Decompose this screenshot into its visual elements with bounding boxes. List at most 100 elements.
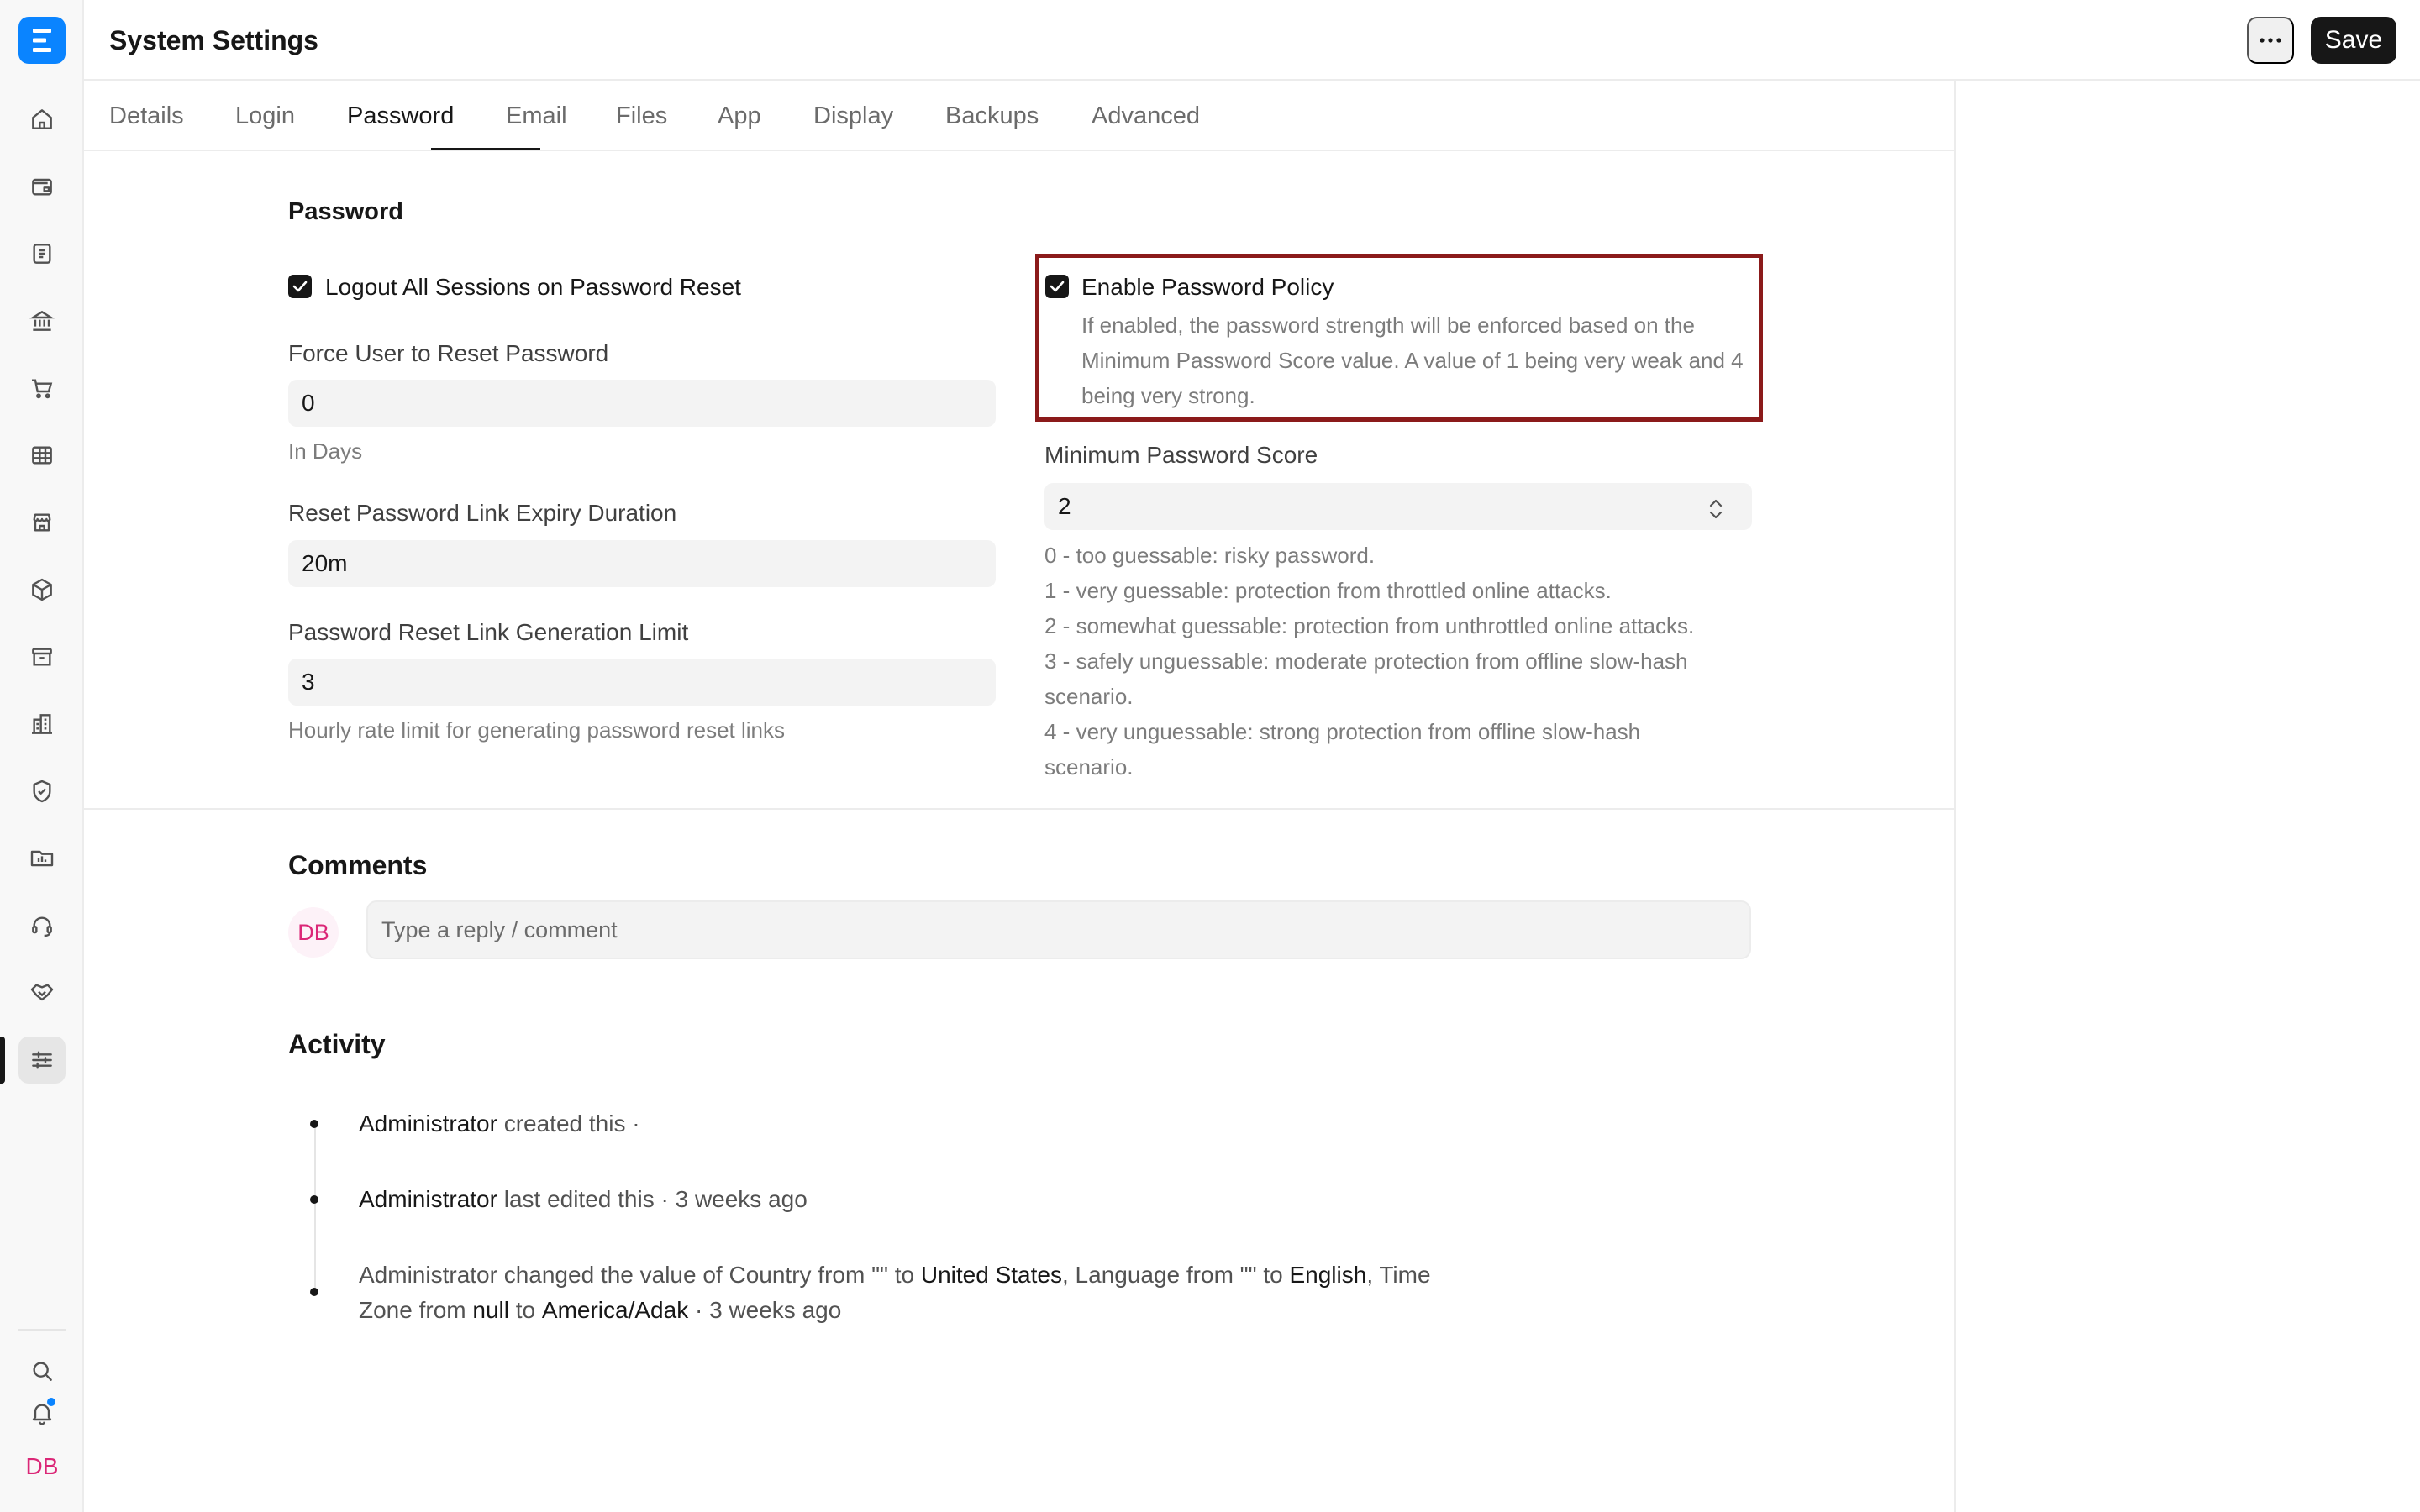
activity-value: English (1289, 1262, 1367, 1288)
page-header: System Settings Save (84, 0, 2420, 81)
min-password-score-help: 0 - too guessable: risky password. 1 - v… (1044, 538, 1767, 785)
activity-text: , Time (1366, 1262, 1431, 1288)
settings-tabs: Details Login Password Email Files App D… (84, 81, 1954, 151)
logout-all-sessions-label[interactable]: Logout All Sessions on Password Reset (325, 274, 741, 301)
tab-app[interactable]: App (718, 102, 761, 130)
sidebar-item-crm[interactable] (18, 969, 66, 1016)
sidebar-item-buying[interactable] (18, 365, 66, 412)
sidebar-item-assets[interactable] (18, 633, 66, 680)
sidebar-item-support[interactable] (18, 902, 66, 949)
activity-item: Administrator last edited this · 3 weeks… (359, 1182, 808, 1217)
sidebar-item-home[interactable] (18, 96, 66, 143)
password-policy-description: If enabled, the password strength will b… (1081, 312, 1744, 408)
building-icon (32, 714, 52, 734)
activity-item: Administrator changed the value of Count… (359, 1257, 1552, 1328)
sidebar-item-accounting[interactable] (18, 163, 66, 210)
headset-icon (32, 916, 52, 937)
timeline-dot (310, 1120, 318, 1128)
expiry-duration-input[interactable]: 20m (288, 540, 996, 587)
sidebar-item-banking[interactable] (18, 297, 66, 344)
page-title: System Settings (109, 25, 318, 55)
enable-password-policy-checkbox[interactable] (1045, 275, 1069, 298)
main-right-border (1954, 81, 1956, 1512)
logout-all-sessions-checkbox[interactable] (288, 275, 312, 298)
activity-value: null (472, 1297, 509, 1323)
generation-limit-input[interactable]: 3 (288, 659, 996, 706)
activity-text: Administrator changed the value of Count… (359, 1262, 921, 1288)
sidebar-item-selling[interactable] (18, 499, 66, 546)
folder-chart-icon (30, 850, 54, 867)
wallet-icon (32, 178, 52, 196)
activity-text: Zone from (359, 1297, 473, 1323)
activity-value: United States (920, 1262, 1062, 1288)
activity-text: created this · (497, 1110, 640, 1137)
section-divider (84, 808, 1954, 810)
min-password-score-label: Minimum Password Score (1044, 442, 1318, 468)
search-icon (33, 1362, 52, 1381)
sidebar-item-reports[interactable] (18, 432, 66, 479)
score-help-line: scenario. (1044, 684, 1134, 709)
comments-title: Comments (288, 850, 428, 880)
tab-details[interactable]: Details (109, 102, 184, 130)
sliders-icon (32, 1051, 52, 1069)
tab-password[interactable]: Password (347, 102, 454, 130)
checkmark-icon (292, 281, 308, 292)
min-password-score-select[interactable]: 2 (1044, 483, 1752, 530)
sidebar-item-settings[interactable] (18, 1037, 66, 1084)
package-icon (32, 578, 52, 601)
expiry-duration-label: Reset Password Link Expiry Duration (288, 500, 677, 526)
save-button[interactable]: Save (2311, 17, 2396, 64)
sidebar-item-stock[interactable] (18, 566, 66, 613)
activity-text: to (508, 1297, 542, 1323)
app-logo[interactable] (18, 17, 66, 64)
sidebar-search[interactable] (18, 1347, 66, 1394)
more-options-button[interactable] (2247, 17, 2294, 64)
score-help-line: 1 - very guessable: protection from thro… (1044, 578, 1612, 603)
activity-user[interactable]: Administrator (359, 1186, 497, 1212)
sidebar-item-organization[interactable] (18, 701, 66, 748)
tab-files[interactable]: Files (616, 102, 667, 130)
sidebar-active-indicator (0, 1037, 5, 1084)
activity-line: Administrator changed the value of Count… (359, 1257, 1552, 1293)
tab-backups[interactable]: Backups (945, 102, 1039, 130)
force-reset-input[interactable]: 0 (288, 380, 996, 427)
timeline-dot (310, 1288, 318, 1296)
comment-input[interactable]: Type a reply / comment (366, 900, 1751, 959)
ellipsis-icon (2260, 38, 2281, 43)
activity-value: America/Adak (541, 1297, 689, 1323)
user-avatar[interactable]: DB (18, 1443, 66, 1490)
score-help-line: 2 - somewhat guessable: protection from … (1044, 613, 1695, 638)
bank-icon (29, 310, 55, 331)
sidebar-notifications[interactable] (18, 1389, 66, 1436)
checkmark-icon (1050, 281, 1065, 292)
sidebar-item-quality[interactable] (18, 768, 66, 815)
sidebar-item-documents[interactable] (18, 230, 66, 277)
force-reset-help: In Days (288, 438, 363, 464)
table-icon (32, 446, 52, 465)
enable-password-policy-label[interactable]: Enable Password Policy (1081, 274, 1334, 301)
score-help-line: scenario. (1044, 754, 1134, 780)
timeline-dot (310, 1195, 318, 1204)
activity-item: Administrator created this · (359, 1106, 640, 1142)
activity-user[interactable]: Administrator (359, 1110, 497, 1137)
tab-display[interactable]: Display (813, 102, 893, 130)
activity-text: · 3 weeks ago (688, 1297, 842, 1323)
shield-icon (33, 780, 51, 803)
tab-login[interactable]: Login (235, 102, 295, 130)
tab-advanced[interactable]: Advanced (1092, 102, 1200, 130)
document-icon (33, 244, 51, 264)
sidebar-divider (18, 1329, 66, 1331)
store-icon (33, 513, 51, 532)
comment-avatar: DB (288, 907, 339, 958)
activity-line: Zone from null to America/Adak · 3 weeks… (359, 1293, 1552, 1328)
score-help-line: 4 - very unguessable: strong protection … (1044, 719, 1641, 744)
generation-limit-help: Hourly rate limit for generating passwor… (288, 717, 786, 743)
sidebar-item-projects[interactable] (18, 835, 66, 882)
archive-icon (32, 648, 52, 666)
activity-text: last edited this · 3 weeks ago (497, 1186, 808, 1212)
tab-email[interactable]: Email (506, 102, 567, 130)
activity-title: Activity (288, 1029, 386, 1059)
activity-timeline (314, 1126, 316, 1294)
cart-icon (32, 379, 53, 399)
home-icon (32, 109, 52, 129)
